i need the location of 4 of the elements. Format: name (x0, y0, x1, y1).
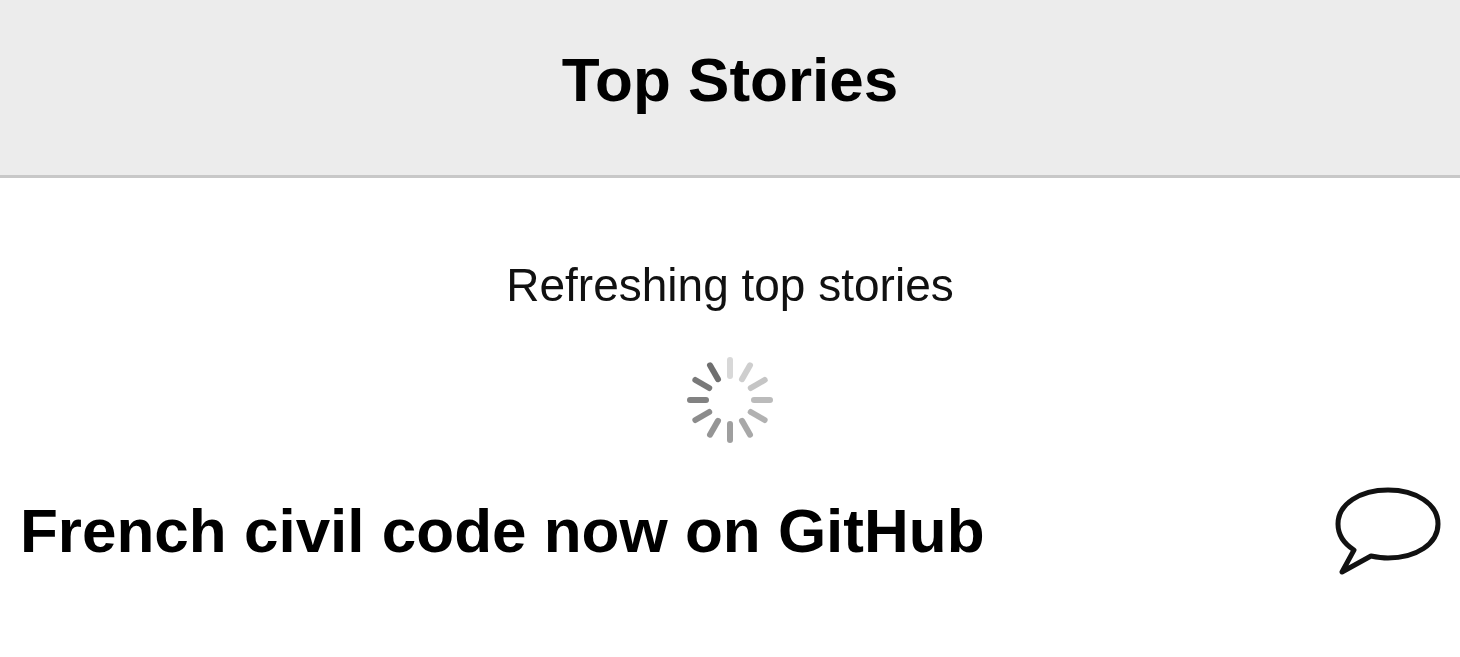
story-title[interactable]: French civil code now on GitHub (20, 500, 985, 562)
comment-icon[interactable] (1334, 486, 1442, 576)
header-title: Top Stories (561, 48, 899, 116)
loading-spinner-icon (684, 354, 776, 446)
